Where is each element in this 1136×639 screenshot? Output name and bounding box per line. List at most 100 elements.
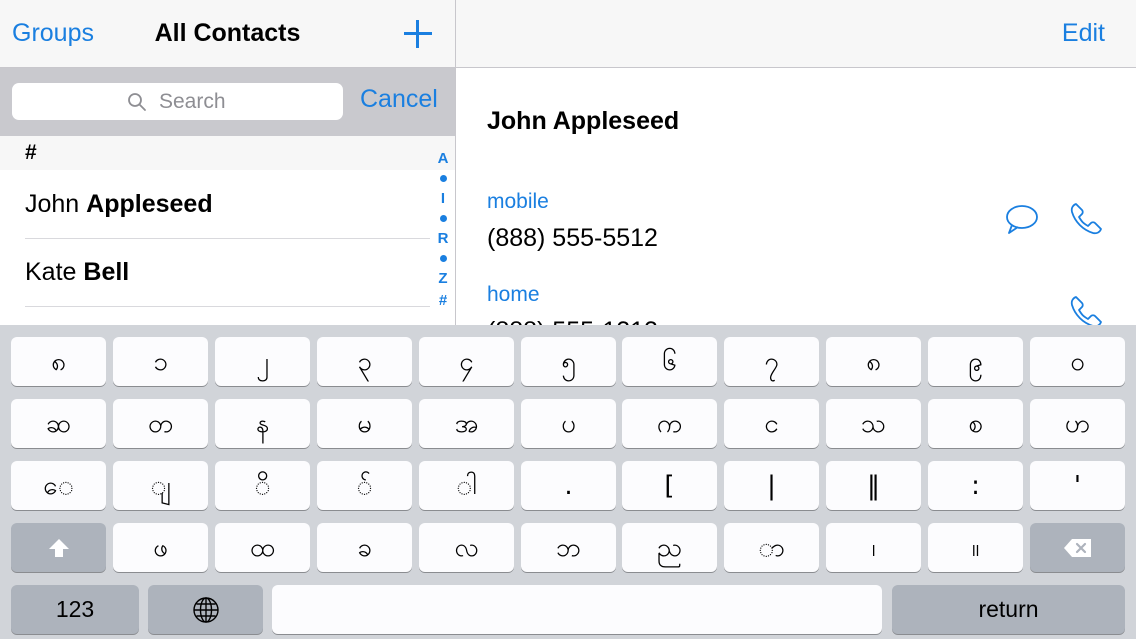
search-input[interactable]: Search xyxy=(12,83,343,120)
key[interactable]: ၉ xyxy=(928,337,1023,386)
key[interactable]: ၆ xyxy=(622,337,717,386)
key-label: ဖ xyxy=(153,532,168,563)
backspace-icon xyxy=(1063,538,1091,557)
key[interactable]: လ xyxy=(419,523,514,572)
contact-name: Kate Bell xyxy=(25,258,129,287)
key[interactable]: ၃ xyxy=(317,337,412,386)
key[interactable]: ' xyxy=(1030,461,1125,510)
phone-icon[interactable] xyxy=(1068,201,1104,237)
return-key[interactable]: return xyxy=(892,585,1125,634)
key[interactable]: ိ xyxy=(215,461,310,510)
key-label: | xyxy=(767,470,776,501)
search-icon xyxy=(128,93,146,111)
key-label: ် xyxy=(356,470,373,501)
index-dot xyxy=(440,175,447,182)
key[interactable]: ။ xyxy=(928,523,1023,572)
key-label: : xyxy=(971,470,980,501)
index-dot xyxy=(440,255,447,262)
key[interactable]: ၀ xyxy=(1030,337,1125,386)
phone-number[interactable]: (888) 555-5512 xyxy=(487,224,658,253)
key[interactable]: ၊ xyxy=(826,523,921,572)
key[interactable]: ဘ xyxy=(521,523,616,572)
key-label: အ xyxy=(454,408,479,439)
message-icon[interactable] xyxy=(1004,201,1040,237)
key-label: ‖ xyxy=(867,470,880,501)
key[interactable]: ၅ xyxy=(521,337,616,386)
key-label: ၅ xyxy=(561,346,576,377)
cancel-search-button[interactable]: Cancel xyxy=(360,85,438,114)
key-label: ဆ xyxy=(45,408,72,439)
phone-label: home xyxy=(487,283,540,306)
contact-first-name: Kate xyxy=(25,258,77,286)
key[interactable]: ‖ xyxy=(826,461,921,510)
groups-button[interactable]: Groups xyxy=(12,19,94,48)
key-label: င xyxy=(764,408,779,439)
key[interactable]: က xyxy=(622,399,717,448)
key[interactable]: ျ xyxy=(113,461,208,510)
space-key[interactable] xyxy=(272,585,882,634)
index-letter[interactable]: # xyxy=(432,292,454,309)
key[interactable]: န xyxy=(215,399,310,448)
key[interactable]: ါ xyxy=(419,461,514,510)
section-index-bar[interactable]: A I R Z # xyxy=(432,148,454,318)
key-label: ၀ xyxy=(1070,346,1085,377)
key-label: မ xyxy=(357,408,372,439)
key-label: ါ xyxy=(456,470,477,501)
key[interactable]: ဖ xyxy=(113,523,208,572)
key[interactable]: ၁ xyxy=(113,337,208,386)
list-title-text: All Contacts xyxy=(154,19,301,47)
key[interactable]: အ xyxy=(419,399,514,448)
shift-key[interactable] xyxy=(11,523,106,572)
key-label: က xyxy=(656,408,683,439)
key-label: ၈ xyxy=(866,346,881,377)
numbers-key[interactable]: 123 xyxy=(11,585,139,634)
contacts-app: Groups All Contacts Search Cancel # John… xyxy=(0,0,1136,639)
index-letter[interactable]: R xyxy=(432,230,454,247)
key[interactable]: သ xyxy=(826,399,921,448)
key[interactable]: စ xyxy=(928,399,1023,448)
contact-last-name: Appleseed xyxy=(86,190,213,218)
contact-row[interactable]: Kate Bell xyxy=(0,238,430,306)
add-contact-button[interactable] xyxy=(398,14,438,54)
key[interactable]: ၈ xyxy=(11,337,106,386)
key[interactable]: ၄ xyxy=(419,337,514,386)
index-letter[interactable]: A xyxy=(432,150,454,167)
key[interactable]: ဆ xyxy=(11,399,106,448)
key[interactable]: ပ xyxy=(521,399,616,448)
section-header-label: # xyxy=(25,141,37,164)
key[interactable]: ည xyxy=(622,523,717,572)
key[interactable]: ခ xyxy=(317,523,412,572)
globe-key[interactable] xyxy=(148,585,263,634)
key[interactable]: . xyxy=(521,461,616,510)
detail-contact-name: John Appleseed xyxy=(487,107,680,135)
key-label: သ xyxy=(860,408,887,439)
index-letter[interactable]: I xyxy=(432,190,454,207)
key-label: ၁ xyxy=(153,346,168,377)
key[interactable]: : xyxy=(928,461,1023,510)
key-label: ပ xyxy=(561,408,576,439)
edit-button[interactable]: Edit xyxy=(1062,19,1105,48)
key[interactable]: မ xyxy=(317,399,412,448)
key[interactable]: င xyxy=(724,399,819,448)
key[interactable]: ဟ xyxy=(1030,399,1125,448)
contact-row[interactable]: John Appleseed xyxy=(0,170,430,238)
key[interactable]: ၈ xyxy=(826,337,921,386)
key-label: [ xyxy=(664,470,675,501)
key-label: ၄ xyxy=(459,346,474,377)
key-label: ၉ xyxy=(968,346,983,377)
search-placeholder: Search xyxy=(159,90,226,113)
key[interactable]: ် xyxy=(317,461,412,510)
key[interactable]: ၇ xyxy=(724,337,819,386)
key-label: ထ xyxy=(249,532,276,563)
delete-key[interactable] xyxy=(1030,523,1125,572)
key[interactable]: | xyxy=(724,461,819,510)
key[interactable]: ေ xyxy=(11,461,106,510)
key[interactable]: ာ xyxy=(724,523,819,572)
key[interactable]: တ xyxy=(113,399,208,448)
key-label: ဘ xyxy=(555,532,582,563)
key-label: ျ xyxy=(150,470,171,501)
key[interactable]: ထ xyxy=(215,523,310,572)
index-letter[interactable]: Z xyxy=(432,270,454,287)
key[interactable]: [ xyxy=(622,461,717,510)
key[interactable]: ၂ xyxy=(215,337,310,386)
